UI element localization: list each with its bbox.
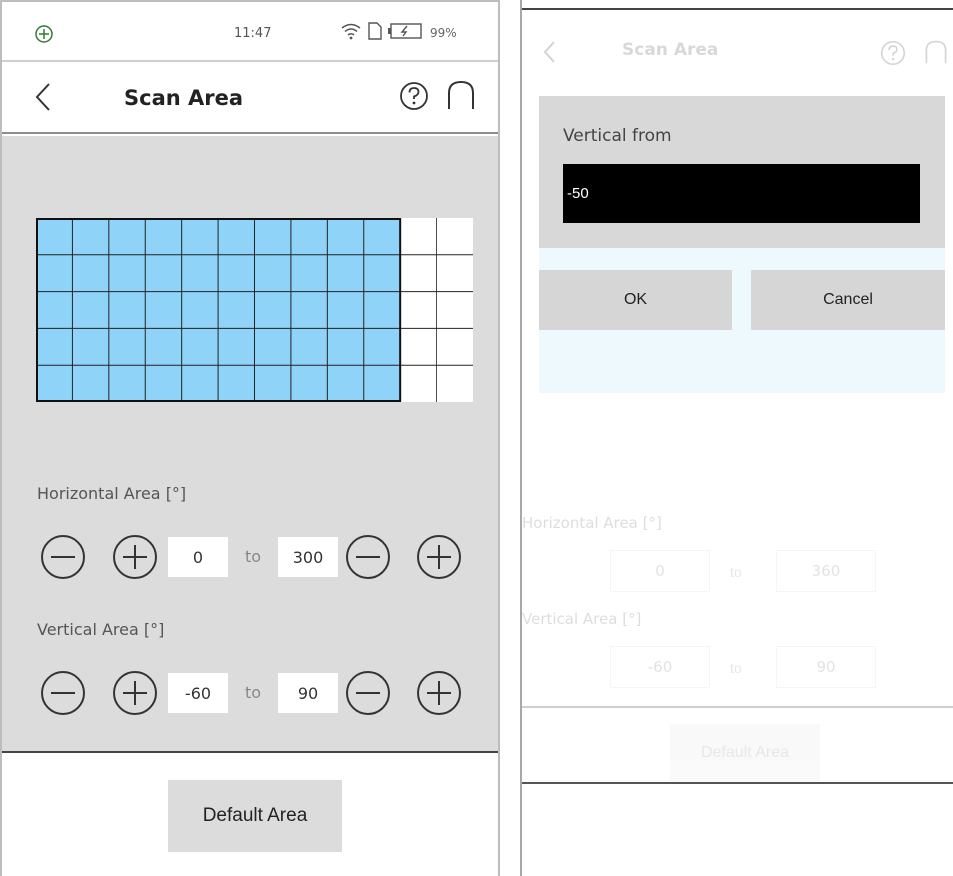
status-icons: 99% xyxy=(340,22,457,44)
app-header: Scan Area xyxy=(522,10,953,88)
divider xyxy=(522,706,953,708)
horizontal-from-field: 0 xyxy=(610,550,710,592)
back-chevron-icon[interactable] xyxy=(34,82,52,117)
status-time: 11:47 xyxy=(234,26,272,41)
minus-circle-icon[interactable] xyxy=(345,534,391,585)
wifi-icon xyxy=(340,22,362,44)
default-area-button[interactable]: Default Area xyxy=(168,780,342,852)
vertical-area-label: Vertical Area [°] xyxy=(522,610,642,628)
app-header: Scan Area xyxy=(2,62,498,134)
minus-circle-icon[interactable] xyxy=(345,670,391,721)
home-icon[interactable] xyxy=(446,79,476,116)
page-title: Scan Area xyxy=(622,40,719,60)
help-icon xyxy=(880,40,906,71)
ok-button[interactable]: OK xyxy=(539,270,732,330)
battery-percent: 99% xyxy=(430,26,457,40)
vertical-area-label: Vertical Area [°] xyxy=(37,620,165,639)
help-icon[interactable] xyxy=(399,81,429,116)
horizontal-from-field[interactable]: 0 xyxy=(168,537,228,577)
horizontal-area-label: Horizontal Area [°] xyxy=(522,514,662,532)
status-bar: 11:47 99% xyxy=(2,0,498,62)
dialog-button-area: OK Cancel xyxy=(539,248,945,393)
default-area-button: Default Area xyxy=(670,724,820,782)
cancel-button[interactable]: Cancel xyxy=(751,270,945,330)
sim-icon xyxy=(368,22,382,44)
plus-circle-icon[interactable] xyxy=(112,534,158,585)
horizontal-area-row: 0 to 300 xyxy=(40,534,480,582)
scan-area-grid[interactable] xyxy=(36,218,473,407)
left-phone-screen: 11:47 99% Scan Area Horizontal Area [°] … xyxy=(0,0,500,876)
page-title: Scan Area xyxy=(124,86,244,110)
to-label: to xyxy=(730,564,742,580)
scan-area-panel: Horizontal Area [°] 0 to 300 Vertical Ar… xyxy=(2,136,498,753)
horizontal-to-field[interactable]: 300 xyxy=(278,537,338,577)
horizontal-area-label: Horizontal Area [°] xyxy=(37,484,187,503)
to-label: to xyxy=(245,683,262,702)
dialog-label: Vertical from xyxy=(563,126,672,146)
minus-circle-icon[interactable] xyxy=(40,670,86,721)
to-label: to xyxy=(245,547,262,566)
input-dialog: Vertical from xyxy=(539,96,945,249)
plus-circle-icon[interactable] xyxy=(416,670,462,721)
plus-circle-icon[interactable] xyxy=(112,670,158,721)
vertical-from-field[interactable]: -60 xyxy=(168,673,228,713)
compass-icon xyxy=(34,24,54,48)
divider xyxy=(522,782,953,784)
home-icon xyxy=(924,38,948,71)
battery-icon xyxy=(388,23,422,43)
horizontal-to-field: 360 xyxy=(776,550,876,592)
vertical-from-field: -60 xyxy=(610,646,710,688)
vertical-to-field[interactable]: 90 xyxy=(278,673,338,713)
right-phone-screen: Scan Area Horizontal Area [°] 0 to 360 V… xyxy=(520,0,953,876)
vertical-from-input[interactable] xyxy=(563,164,920,223)
to-label: to xyxy=(730,660,742,676)
plus-circle-icon[interactable] xyxy=(416,534,462,585)
vertical-area-row: -60 to 90 xyxy=(40,670,480,718)
back-chevron-icon xyxy=(542,40,556,69)
vertical-to-field: 90 xyxy=(776,646,876,688)
minus-circle-icon[interactable] xyxy=(40,534,86,585)
